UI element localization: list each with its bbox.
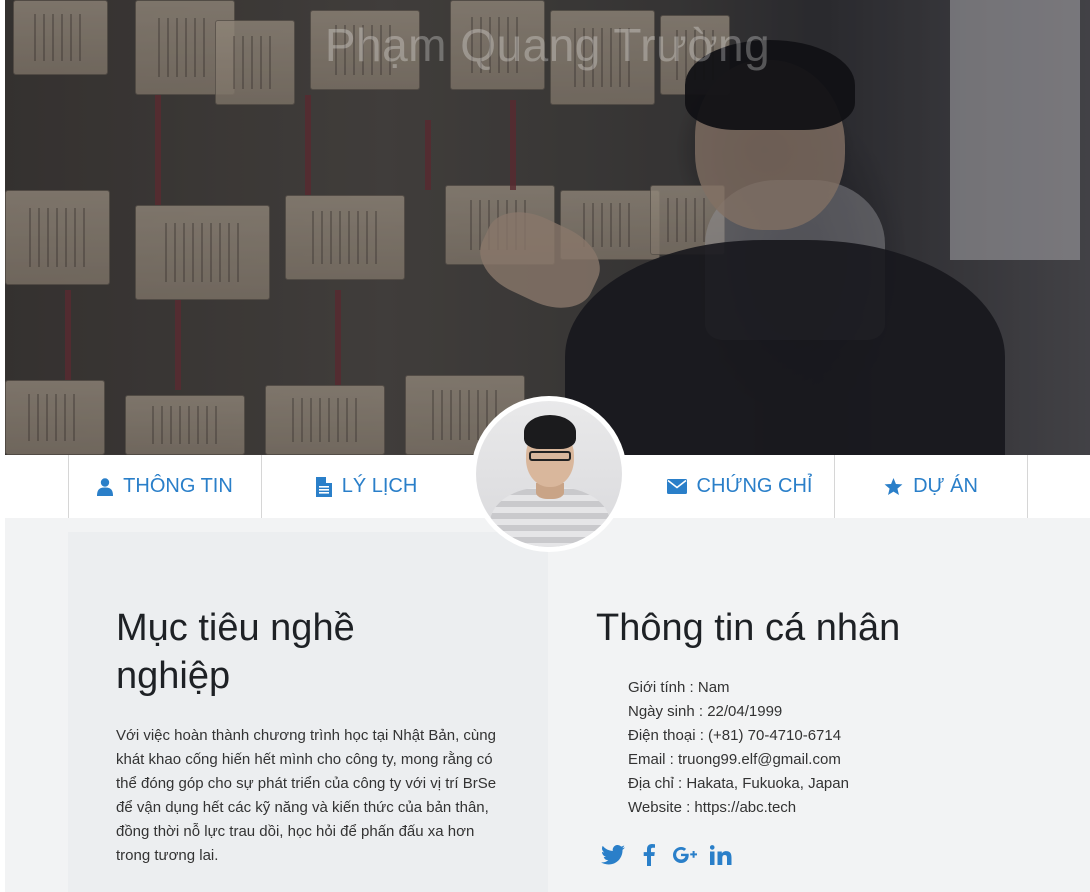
birthdate-field: Ngày sinh : 22/04/1999 bbox=[628, 703, 783, 720]
personal-info-panel: Thông tin cá nhân Giới tính : Nam Ngày s… bbox=[548, 532, 1090, 892]
avatar-photo bbox=[476, 401, 622, 547]
personal-info-list: Giới tính : Nam Ngày sinh : 22/04/1999 Đ… bbox=[628, 676, 1048, 820]
career-text: Với việc hoàn thành chương trình học tại… bbox=[116, 727, 497, 864]
hero-title: Phạm Quang Trường bbox=[324, 19, 771, 71]
twitter-icon[interactable] bbox=[600, 842, 626, 868]
user-icon bbox=[97, 477, 114, 496]
avatar bbox=[471, 396, 627, 552]
address-field: Địa chỉ : Hakata, Fukuoka, Japan bbox=[628, 775, 849, 792]
nav-item-info[interactable]: THÔNG TIN bbox=[68, 455, 261, 518]
nav-label: LÝ LỊCH bbox=[341, 475, 418, 497]
website-field: Website : https://abc.tech bbox=[628, 799, 797, 816]
nav-label: THÔNG TIN bbox=[123, 475, 233, 497]
phone-field: Điện thoại : (+81) 70-4710-6714 bbox=[628, 727, 842, 744]
google-plus-icon[interactable] bbox=[672, 842, 698, 868]
career-heading: Mục tiêu nghề nghiệp bbox=[116, 607, 355, 697]
gender-field: Giới tính : Nam bbox=[628, 679, 730, 696]
email-field: Email : truong99.elf@gmail.com bbox=[628, 751, 841, 768]
nav-item-resume[interactable]: LÝ LỊCH bbox=[261, 455, 471, 518]
facebook-icon[interactable] bbox=[636, 842, 662, 868]
nav-item-projects[interactable]: DỰ ÁN bbox=[835, 455, 1028, 518]
social-links bbox=[600, 842, 734, 868]
star-icon bbox=[884, 477, 903, 496]
career-objective-panel: Mục tiêu nghề nghiệp Với việc hoàn thành… bbox=[68, 532, 548, 892]
nav-label: DỰ ÁN bbox=[913, 475, 978, 497]
linkedin-icon[interactable] bbox=[708, 842, 734, 868]
envelope-icon bbox=[666, 479, 687, 494]
file-icon bbox=[315, 476, 332, 497]
personal-heading: Thông tin cá nhân bbox=[596, 607, 901, 649]
nav-label: CHỨNG CHỈ bbox=[696, 475, 813, 497]
content-section: Mục tiêu nghề nghiệp Với việc hoàn thành… bbox=[5, 518, 1090, 892]
nav-item-certificates[interactable]: CHỨNG CHỈ bbox=[645, 455, 835, 518]
